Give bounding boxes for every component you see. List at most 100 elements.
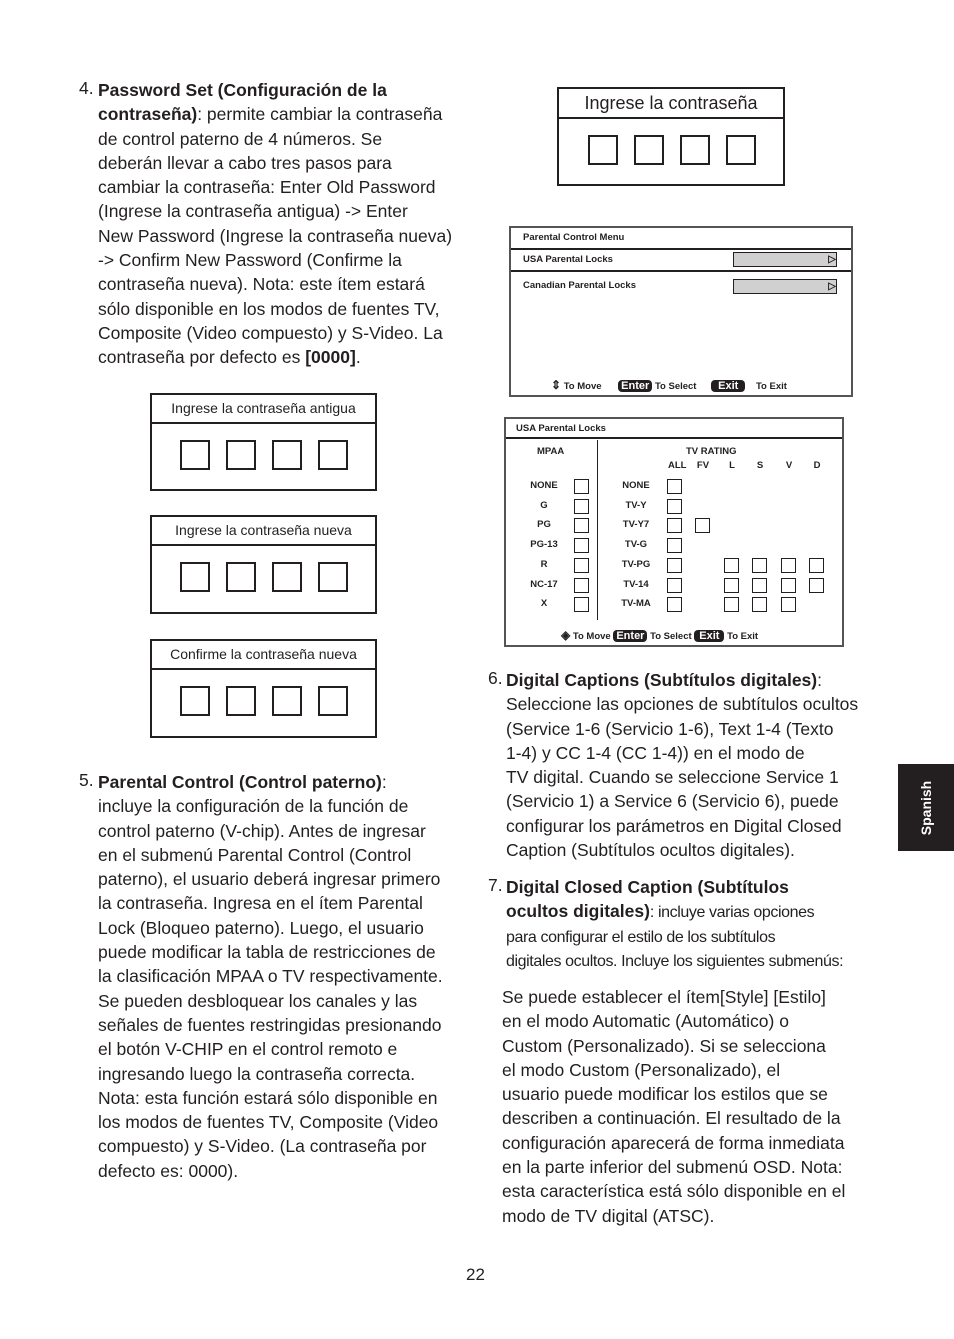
text: (Ingrese la contraseña antigua) -> Enter xyxy=(98,201,408,222)
locks-title: USA Parental Locks xyxy=(506,419,842,439)
tv-rating-checkbox[interactable] xyxy=(667,577,682,593)
password-digit-box xyxy=(634,135,664,165)
mpaa-checkbox[interactable] xyxy=(574,479,589,494)
text: Custom (Personalizado). Si se selecciona xyxy=(502,1035,826,1056)
text-line: deberán llevar a cabo tres pasos para xyxy=(79,151,452,175)
tv-rating-checkbox[interactable] xyxy=(752,557,767,573)
menu-footer: ⇕ To Move Enter To Select Exit To Exit xyxy=(551,378,787,392)
tv-rating-checkbox[interactable] xyxy=(809,557,824,573)
text-line: configuración aparecerá de forma inmedia… xyxy=(502,1131,845,1155)
tv-rating-checkbox[interactable] xyxy=(809,577,824,593)
tv-rating-label: TV-MA xyxy=(621,598,651,610)
mpaa-checkbox[interactable] xyxy=(574,577,589,593)
tv-rating-checkbox[interactable] xyxy=(667,557,682,573)
text-line: Custom (Personalizado). Si se selecciona xyxy=(502,1034,845,1058)
tv-rating-checkbox[interactable] xyxy=(724,557,739,573)
tv-rating-checkbox[interactable] xyxy=(667,518,682,534)
text-line: en la parte inferior del submenú OSD. No… xyxy=(502,1155,845,1179)
tv-rating-checkbox[interactable] xyxy=(724,597,739,613)
tv-rating-checkbox[interactable] xyxy=(781,597,796,613)
item-number: 4. xyxy=(79,78,94,98)
arrow-right-icon[interactable]: ▷ xyxy=(733,279,837,294)
text-line: defecto es: 0000). xyxy=(79,1159,443,1183)
text: usuario puede modificar los estilos que … xyxy=(502,1084,828,1105)
password-digit-box xyxy=(180,440,210,470)
four-way-arrow-icon: ◈ xyxy=(561,628,571,642)
text-line: Password Set (Configuración de la xyxy=(79,78,452,102)
password-digit-box xyxy=(680,135,710,165)
text-line: Se puede establecer el ítem[Style] [Esti… xyxy=(502,985,845,1009)
tv-rating-checkbox[interactable] xyxy=(752,577,767,593)
menu-item-canadian[interactable]: Canadian Parental Locks ▷ xyxy=(511,276,851,296)
language-tab-label: Spanish xyxy=(918,780,934,836)
text-line: Caption (Subtítulos ocultos digitales). xyxy=(488,838,858,862)
tv-rating-checkbox[interactable] xyxy=(724,577,739,593)
text: Lock (Bloqueo paterno). Luego, el usuari… xyxy=(98,917,424,938)
text: : incluye varias opciones xyxy=(649,904,815,922)
up-down-arrow-icon: ⇕ xyxy=(551,378,562,392)
text: puede modificar la tabla de restriccione… xyxy=(98,942,436,963)
text-line: (Ingrese la contraseña antigua) -> Enter xyxy=(79,199,452,223)
text: cambiar la contraseña: Enter Old Passwor… xyxy=(98,177,436,198)
mpaa-checkbox[interactable] xyxy=(574,557,589,573)
text-line: puede modificar la tabla de restriccione… xyxy=(79,940,443,964)
mpaa-rating-label: NONE xyxy=(530,480,558,491)
confirm-password-box: Confirme la contraseña nueva xyxy=(150,639,377,738)
page-number: 22 xyxy=(466,1265,485,1284)
tv-rating-checkbox[interactable] xyxy=(667,597,682,613)
box-title: Ingrese la contraseña xyxy=(559,89,783,119)
text-line: 1-4) y CC 1-4 (CC 1-4)) en el modo de xyxy=(488,741,858,765)
text-line: compuesto) y S-Video. (La contraseña por xyxy=(79,1134,443,1158)
text-line: cambiar la contraseña: Enter Old Passwor… xyxy=(79,175,452,199)
mpaa-checkbox[interactable] xyxy=(574,518,589,534)
text: New Password (Ingrese la contraseña nuev… xyxy=(98,225,453,246)
mpaa-checkbox[interactable] xyxy=(574,498,589,514)
item-5-parental-control: 5. Parental Control (Control paterno): inc… xyxy=(79,770,443,1183)
text: el modo Custom (Personalizado), el xyxy=(502,1059,781,1080)
text: Seleccione las opciones de subtítulos oc… xyxy=(506,694,859,715)
password-digit-box xyxy=(272,686,302,716)
footer-exit: To Exit xyxy=(755,381,787,392)
password-digit-box xyxy=(226,562,256,592)
arrow-right-icon[interactable]: ▷ xyxy=(733,252,837,267)
mpaa-rating-label: G xyxy=(540,499,548,511)
password-digit-box xyxy=(272,440,302,470)
old-password-box: Ingrese la contraseña antigua xyxy=(150,393,377,491)
column-header-fv: FV xyxy=(696,460,710,471)
mpaa-checkbox[interactable] xyxy=(574,538,589,554)
text-line: Nota: esta función estará sólo disponibl… xyxy=(79,1086,443,1110)
text-line: Composite (Video compuesto) y S-Video. L… xyxy=(79,321,452,345)
tv-rating-checkbox[interactable] xyxy=(667,498,682,514)
text-line: Lock (Bloqueo paterno). Luego, el usuari… xyxy=(79,916,443,940)
tv-rating-checkbox[interactable] xyxy=(667,479,682,494)
mpaa-rating-label: PG-13 xyxy=(530,539,558,551)
mpaa-checkbox[interactable] xyxy=(574,597,589,613)
text: Se pueden desbloquear los canales y las xyxy=(98,990,418,1011)
tv-rating-header: TV RATING xyxy=(686,446,737,457)
text: : xyxy=(817,670,822,690)
tv-rating-checkbox[interactable] xyxy=(781,577,796,593)
tv-rating-checkbox[interactable] xyxy=(667,538,682,554)
menu-item-usa[interactable]: USA Parental Locks ▷ xyxy=(511,250,851,272)
bold-text: Password Set (Configuración de la xyxy=(98,80,387,100)
tv-rating-checkbox[interactable] xyxy=(781,557,796,573)
bold-text: Parental Control (Control paterno) xyxy=(98,772,382,792)
text-line: (Servicio 1) a Service 6 (Servicio 6), p… xyxy=(488,789,858,813)
text-line: contraseña nueva). Nota: este ítem estar… xyxy=(79,272,452,296)
tv-rating-checkbox[interactable] xyxy=(752,597,767,613)
password-digit-box xyxy=(318,562,348,592)
text-line: el botón V-CHIP en el control remoto e xyxy=(79,1037,443,1061)
tv-rating-label: TV-Y xyxy=(625,499,647,511)
text: (Service 1-6 (Servicio 1-6), Text 1-4 (T… xyxy=(506,718,834,739)
password-digit-box xyxy=(180,562,210,592)
text-line: TV digital. Cuando se seleccione Service… xyxy=(488,765,858,789)
text: Composite (Video compuesto) y S-Video. L… xyxy=(98,322,443,343)
text: compuesto) y S-Video. (La contraseña por xyxy=(98,1136,427,1157)
text: de control paterno de 4 números. Se xyxy=(98,128,383,149)
mpaa-rating-label: NC-17 xyxy=(530,578,558,590)
text: la contraseña. Ingresa en el ítem Parent… xyxy=(98,893,423,914)
text-line: de control paterno de 4 números. Se xyxy=(79,127,452,151)
text: señales de fuentes restringidas presiona… xyxy=(98,1014,442,1035)
tv-rating-checkbox[interactable] xyxy=(695,518,710,534)
text-line: el modo Custom (Personalizado), el xyxy=(502,1058,845,1082)
